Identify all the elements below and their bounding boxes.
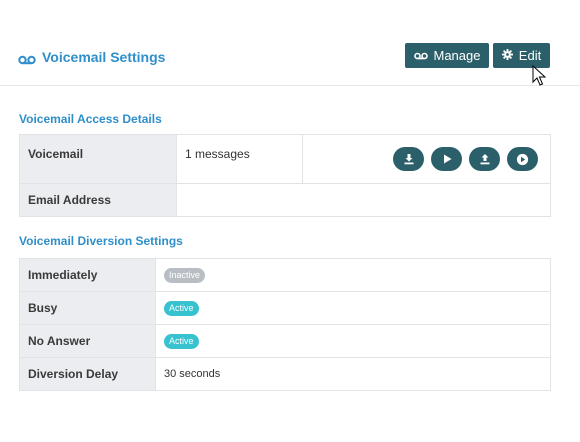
download-icon xyxy=(404,154,413,165)
gear-icon xyxy=(501,48,513,63)
voicemail-icon xyxy=(18,52,36,65)
diversion-section-title: Voicemail Diversion Settings xyxy=(19,234,183,248)
voicemail-icon xyxy=(413,48,428,63)
manage-button[interactable]: Manage xyxy=(405,43,489,68)
play-button[interactable] xyxy=(431,147,462,171)
access-section-title: Voicemail Access Details xyxy=(19,112,162,126)
diversion-delay-label: Diversion Delay xyxy=(19,357,156,391)
table-row: Voicemail 1 messages xyxy=(19,134,551,184)
play-icon xyxy=(443,154,451,164)
voicemail-label: Voicemail xyxy=(19,134,177,184)
table-row: Diversion Delay 30 seconds xyxy=(19,357,551,391)
manage-button-label: Manage xyxy=(433,48,481,63)
table-row: Immediately Inactive xyxy=(19,258,551,292)
edit-button-label: Edit xyxy=(518,48,542,63)
play-circle-icon xyxy=(516,153,529,165)
busy-label: Busy xyxy=(19,291,156,325)
status-badge: Inactive xyxy=(164,267,206,283)
panel-header: Voicemail Settings Manage Edit xyxy=(0,0,580,86)
status-badge: Active xyxy=(164,300,199,316)
diversion-delay-value: 30 seconds xyxy=(155,357,551,391)
voicemail-actions xyxy=(302,134,551,184)
table-row: Email Address xyxy=(19,183,551,217)
access-details-table: Voicemail 1 messages Email Address xyxy=(19,134,551,217)
diversion-settings-table: Immediately Inactive Busy Active No Answ… xyxy=(19,258,551,391)
email-address-label: Email Address xyxy=(19,183,177,217)
mouse-pointer-icon xyxy=(532,65,546,86)
upload-icon xyxy=(480,154,489,165)
email-address-value xyxy=(176,183,551,217)
download-button[interactable] xyxy=(393,147,424,171)
table-row: No Answer Active xyxy=(19,324,551,358)
no-answer-label: No Answer xyxy=(19,324,156,358)
upload-button[interactable] xyxy=(469,147,500,171)
page-title-text: Voicemail Settings xyxy=(42,49,166,65)
table-row: Busy Active xyxy=(19,291,551,325)
immediately-label: Immediately xyxy=(19,258,156,292)
status-badge: Active xyxy=(164,333,199,349)
page-title: Voicemail Settings xyxy=(18,49,165,65)
play-circle-button[interactable] xyxy=(507,147,538,171)
voicemail-value: 1 messages xyxy=(176,134,303,184)
